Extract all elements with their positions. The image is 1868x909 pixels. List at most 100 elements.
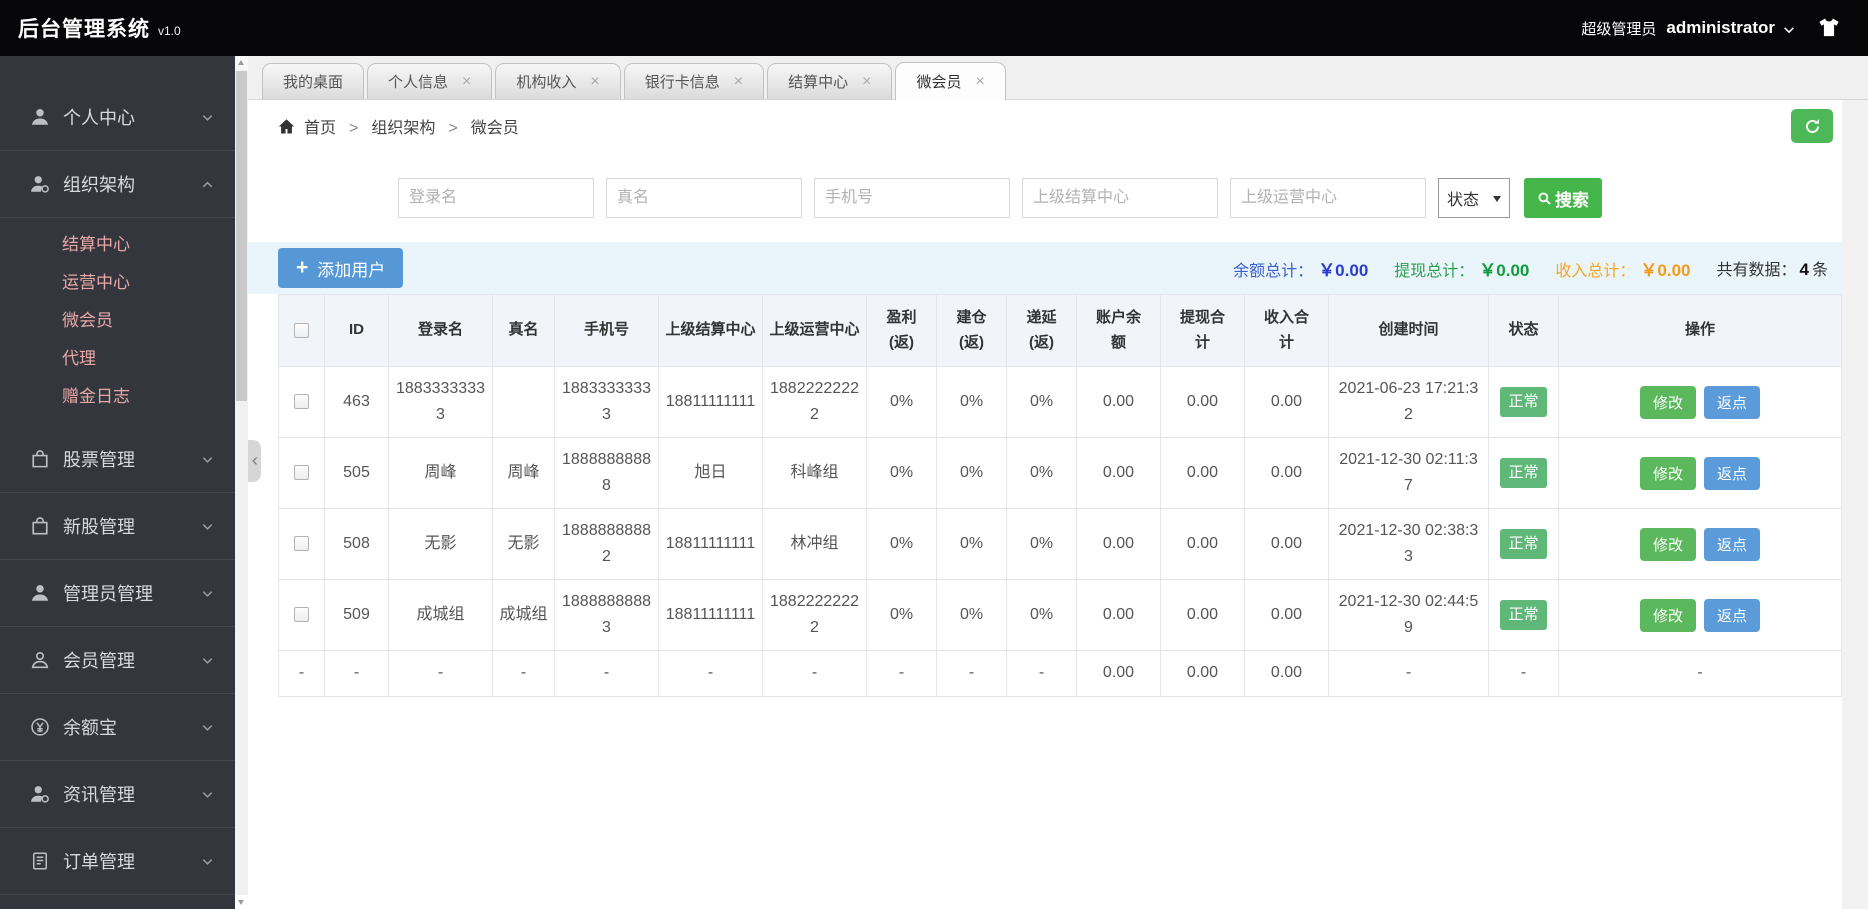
sidebar-group[interactable]: 个人中心 — [0, 84, 235, 151]
chevron-down-icon — [200, 720, 215, 735]
tab-item[interactable]: 我的桌面 — [262, 63, 365, 99]
rebate-button[interactable]: 返点 — [1704, 385, 1761, 419]
filter-input[interactable] — [606, 178, 802, 218]
sidebar-scrollbar-thumb[interactable] — [236, 71, 247, 401]
sidebar-group[interactable]: 新股管理 — [0, 493, 235, 560]
record-count-value: 4 — [1799, 260, 1809, 279]
column-header: 状态 — [1488, 294, 1559, 367]
status-badge: 正常 — [1500, 599, 1547, 631]
cell-phone: 18888888883 — [554, 579, 659, 651]
rebate-button[interactable]: 返点 — [1704, 598, 1761, 632]
tab-close-icon[interactable]: × — [734, 73, 743, 90]
table-header-row: ID 登录名 真名 手机号 上级结算中心 上级运营中心 盈利 (返) 建仓 (返) 递延 (返)… — [278, 294, 1842, 367]
tab-item[interactable]: 银行卡信息 × — [623, 63, 765, 99]
refresh-button[interactable] — [1791, 109, 1833, 143]
row-checkbox[interactable] — [294, 607, 309, 623]
search-icon — [1537, 191, 1552, 206]
sidebar-collapse-handle[interactable] — [248, 440, 261, 482]
cell-settle: 18811111111 — [658, 366, 763, 438]
data-table: ID 登录名 真名 手机号 上级结算中心 上级运营中心 盈利 (返) 建仓 (返) 递延 (返)… — [278, 294, 1842, 697]
tab-close-icon[interactable]: × — [462, 73, 471, 90]
row-checkbox-cell — [278, 366, 325, 438]
search-button[interactable]: 搜索 — [1524, 178, 1602, 218]
cell-withdraw: 0.00 — [1160, 508, 1245, 580]
sidebar-scrollbar[interactable] — [235, 56, 248, 909]
sidebar-group[interactable]: 组织架构 — [0, 151, 235, 218]
tab-item[interactable]: 结算中心 × — [767, 63, 893, 99]
cell-balance: 0.00 — [1076, 508, 1161, 580]
plus-icon: + — [296, 255, 309, 279]
sidebar-group[interactable]: 资讯管理 — [0, 761, 235, 828]
edit-button[interactable]: 修改 — [1639, 527, 1696, 561]
breadcrumb-item[interactable]: 组织架构 — [371, 120, 435, 137]
search-button-label: 搜索 — [1555, 190, 1589, 210]
add-user-button[interactable]: + 添加用户 — [278, 248, 404, 288]
footer-cell: 0.00 — [1160, 650, 1245, 697]
home-icon[interactable] — [278, 118, 295, 135]
username[interactable]: administrator — [1666, 18, 1775, 38]
cell-income: 0.00 — [1244, 579, 1329, 651]
footer-cell: - — [762, 650, 867, 697]
cell-id: 463 — [324, 366, 389, 438]
breadcrumb-item[interactable]: 微会员 — [471, 120, 519, 137]
row-checkbox[interactable] — [294, 536, 309, 552]
filter-input[interactable] — [398, 178, 594, 218]
column-header: 手机号 — [554, 294, 659, 367]
cell-balance: 0.00 — [1076, 437, 1161, 509]
cell-real_name: 周峰 — [492, 437, 555, 509]
column-header: 递延 (返) — [1006, 294, 1077, 367]
yuebao-icon — [30, 717, 50, 737]
edit-button[interactable]: 修改 — [1639, 456, 1696, 490]
tab-active[interactable]: 微会员 × — [895, 62, 1006, 100]
filter-input[interactable] — [814, 178, 1010, 218]
status-select[interactable]: 状态 — [1438, 178, 1510, 218]
tab-item[interactable]: 机构收入 × — [495, 63, 621, 99]
row-checkbox[interactable] — [294, 394, 309, 410]
column-header: 收入合 计 — [1244, 294, 1329, 367]
main-area: 我的桌面 个人信息 × 机构收入 × 银行卡信息 × 结算中心 × 微会员 × 首页 > 组织架构 > 微会… — [248, 56, 1868, 909]
sidebar-subitem[interactable]: 代理 — [0, 340, 235, 378]
filter-input[interactable] — [1230, 178, 1426, 218]
table-row: 463 18833333333 18833333333 18811111111 1882… — [278, 366, 1842, 438]
order-icon — [30, 851, 50, 871]
rebate-button[interactable]: 返点 — [1704, 456, 1761, 490]
tab-item[interactable]: 个人信息 × — [367, 63, 493, 99]
tab-label: 我的桌面 — [283, 74, 344, 91]
scroll-down-arrow-icon[interactable] — [235, 895, 248, 909]
sidebar-group[interactable]: 订单管理 — [0, 828, 235, 895]
breadcrumb-item[interactable]: 首页 — [304, 120, 336, 137]
rebate-button[interactable]: 返点 — [1704, 527, 1761, 561]
scroll-up-arrow-icon[interactable] — [235, 56, 248, 70]
tab-close-icon[interactable]: × — [590, 73, 599, 90]
tab-close-icon[interactable]: × — [975, 73, 984, 90]
topbar: 后台管理系统 v1.0 超级管理员 administrator — [0, 0, 1868, 56]
sidebar-subitem[interactable]: 微会员 — [0, 302, 235, 340]
sidebar-subitem[interactable]: 赠金日志 — [0, 378, 235, 416]
edit-button[interactable]: 修改 — [1639, 385, 1696, 419]
sidebar-group-label: 组织架构 — [63, 175, 135, 195]
sidebar-group[interactable]: 管理员管理 — [0, 560, 235, 627]
breadcrumb-items: 首页 > 组织架构 > 微会员 — [304, 114, 519, 138]
sidebar-group[interactable]: 会员管理 — [0, 627, 235, 694]
tab-close-icon[interactable]: × — [862, 73, 871, 90]
column-header: 真名 — [492, 294, 555, 367]
sidebar-group[interactable]: 股票管理 — [0, 426, 235, 493]
chevron-down-icon[interactable] — [1782, 23, 1796, 37]
summary-stats: 余额总计： ￥0.00 提现总计： ￥0.00 收入总计： ￥0.00 — [1233, 256, 1690, 281]
edit-button[interactable]: 修改 — [1639, 598, 1696, 632]
filter-input[interactable] — [1022, 178, 1218, 218]
sidebar-group-label: 股票管理 — [63, 450, 135, 470]
tshirt-icon[interactable] — [1818, 17, 1840, 39]
stat-value: ￥0.00 — [1640, 260, 1691, 280]
cell-id: 508 — [324, 508, 389, 580]
cell-status: 正常 — [1488, 437, 1559, 509]
chevron-down-icon — [200, 653, 215, 668]
row-checkbox[interactable] — [294, 465, 309, 481]
sidebar-subitem[interactable]: 结算中心 — [0, 226, 235, 264]
cell-login: 18833333333 — [388, 366, 493, 438]
breadcrumb-separator: > — [448, 120, 458, 137]
stat-value: ￥0.00 — [1318, 260, 1369, 280]
sidebar-group[interactable]: 余额宝 — [0, 694, 235, 761]
select-all-checkbox[interactable] — [294, 322, 309, 338]
sidebar-subitem[interactable]: 运营中心 — [0, 264, 235, 302]
